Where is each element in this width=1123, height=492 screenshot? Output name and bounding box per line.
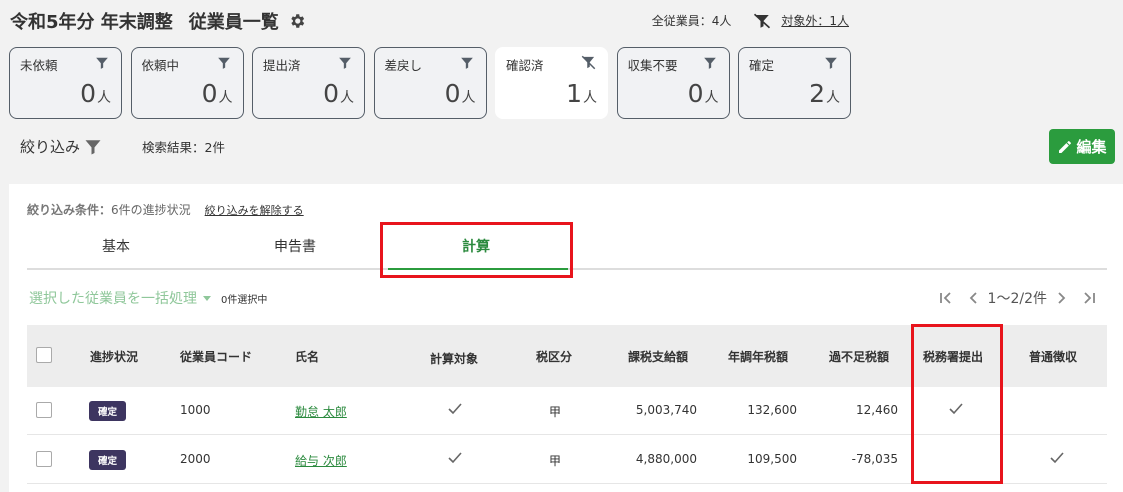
- status-card-count: 0人: [444, 79, 476, 108]
- status-card[interactable]: 確認済 1人: [495, 47, 608, 119]
- employee-code: 1000: [180, 403, 211, 417]
- page-title: 令和5年分 年末調整: [10, 12, 173, 33]
- main-panel: 絞り込み条件： 6件の進捗状況 絞り込みを解除する 基本 申告書 計算 選択した…: [9, 184, 1123, 492]
- tax-class: 甲: [549, 454, 562, 468]
- row-checkbox[interactable]: [36, 451, 52, 467]
- select-all-checkbox[interactable]: [36, 347, 52, 363]
- status-badge: 確定: [89, 450, 127, 470]
- status-card-label: 差戻し: [384, 58, 423, 73]
- first-page-icon[interactable]: [937, 289, 955, 307]
- status-card[interactable]: 提出済 0人: [252, 47, 365, 119]
- filter-bar: 絞り込み 検索結果：2件: [20, 136, 225, 157]
- filter-icon[interactable]: [703, 55, 717, 69]
- status-card-count: 0人: [80, 79, 111, 108]
- next-page-icon[interactable]: [1052, 289, 1070, 307]
- check-icon: [1049, 450, 1065, 464]
- edit-button[interactable]: 編集: [1049, 129, 1115, 164]
- filter-off-icon[interactable]: [581, 55, 596, 70]
- col-tax-class[interactable]: 税区分: [536, 348, 572, 365]
- annual-tax: 109,500: [747, 452, 797, 466]
- status-card-label: 収集不要: [627, 58, 678, 73]
- filter-label[interactable]: 絞り込み: [20, 136, 80, 157]
- excluded-link[interactable]: 対象外：1人: [781, 12, 849, 29]
- taxable-pay: 5,003,740: [635, 403, 697, 417]
- status-card[interactable]: 差戻し 0人: [373, 47, 487, 119]
- highlight-box-column: [911, 324, 1003, 484]
- status-card-label: 提出済: [263, 58, 301, 73]
- col-diff-tax[interactable]: 過不足税額: [829, 348, 889, 365]
- col-employee-code[interactable]: 従業員コード: [180, 348, 252, 365]
- filter-icon[interactable]: [460, 55, 474, 69]
- status-card-count: 1人: [566, 79, 597, 108]
- page-header: 令和5年分 年末調整 従業員一覧: [10, 8, 307, 34]
- status-card[interactable]: 確定 2人: [738, 47, 851, 119]
- diff-tax: -78,035: [851, 452, 898, 466]
- employee-name-link[interactable]: 勤怠 太郎: [295, 403, 347, 420]
- filter-condition: 絞り込み条件： 6件の進捗状況 絞り込みを解除する: [27, 201, 304, 218]
- check-icon: [447, 401, 463, 415]
- status-badge: 確定: [89, 401, 127, 421]
- status-card-label: 確認済: [506, 58, 544, 73]
- diff-tax: 12,460: [856, 403, 898, 417]
- status-card-label: 確定: [749, 58, 775, 73]
- col-name[interactable]: 氏名: [295, 348, 319, 365]
- status-card[interactable]: 収集不要 0人: [616, 47, 730, 119]
- bulk-action-label[interactable]: 選択した従業員を一括処理: [29, 288, 197, 308]
- filter-off-icon: [754, 13, 771, 28]
- status-card[interactable]: 依頼中 0人: [130, 47, 244, 119]
- filter-icon[interactable]: [338, 55, 352, 69]
- caret-down-icon[interactable]: [203, 295, 211, 301]
- filter-icon[interactable]: [217, 55, 231, 69]
- col-status[interactable]: 進捗状況: [90, 348, 138, 365]
- last-page-icon[interactable]: [1080, 289, 1098, 307]
- status-card-label: 依頼中: [141, 58, 180, 73]
- col-taxable-pay[interactable]: 課税支給額: [628, 348, 688, 365]
- status-card-count: 0人: [201, 79, 233, 108]
- col-ordinary-collection[interactable]: 普通徴収: [1029, 348, 1077, 365]
- selected-count: 0件選択中: [221, 294, 268, 306]
- row-checkbox[interactable]: [36, 402, 52, 418]
- filter-condition-label: 絞り込み条件：: [27, 203, 112, 217]
- filter-icon[interactable]: [84, 138, 102, 156]
- filter-icon[interactable]: [824, 55, 838, 69]
- status-card-count: 0人: [323, 79, 354, 108]
- search-result-count: 検索結果：2件: [142, 140, 225, 155]
- status-card[interactable]: 未依頼 0人: [9, 47, 122, 119]
- status-card-count: 0人: [687, 79, 719, 108]
- tab-basic[interactable]: 基本: [102, 236, 130, 256]
- filter-condition-value: 6件の進捗状況: [111, 203, 191, 217]
- tax-class: 甲: [549, 405, 562, 419]
- page-range: 1〜2/2件: [987, 291, 1047, 307]
- header-summary: 全従業員：4人 対象外：1人: [652, 12, 849, 29]
- tab-declaration[interactable]: 申告書: [274, 236, 316, 256]
- annual-tax: 132,600: [747, 403, 797, 417]
- status-card-count: 2人: [809, 79, 840, 108]
- status-card-label: 未依頼: [20, 58, 58, 73]
- edit-button-label: 編集: [1076, 138, 1107, 156]
- taxable-pay: 4,880,000: [635, 452, 697, 466]
- clear-filter-link[interactable]: 絞り込みを解除する: [205, 202, 304, 218]
- all-employees-count: 全従業員：4人: [651, 14, 732, 28]
- pagination: 1〜2/2件: [932, 288, 1103, 308]
- employee-code: 2000: [180, 452, 211, 466]
- gear-icon[interactable]: [287, 11, 307, 31]
- col-annual-tax[interactable]: 年調年税額: [728, 348, 788, 365]
- pencil-icon: [1059, 140, 1072, 153]
- status-cards: 未依頼 0人 依頼中 0人 提出済 0人 差戻し 0人 確認済 1人 収集不要 0人 確定 2人: [9, 47, 860, 119]
- check-icon: [447, 450, 463, 464]
- filter-icon[interactable]: [95, 55, 109, 69]
- prev-page-icon[interactable]: [965, 289, 983, 307]
- employee-name-link[interactable]: 給与 次郎: [295, 452, 347, 469]
- bulk-action[interactable]: 選択した従業員を一括処理 0件選択中: [29, 288, 267, 308]
- highlight-box-tab: [380, 222, 573, 278]
- page-subtitle: 従業員一覧: [188, 12, 279, 33]
- col-calc-target[interactable]: 計算対象: [430, 350, 478, 367]
- excluded-group: 対象外：1人: [753, 12, 849, 29]
